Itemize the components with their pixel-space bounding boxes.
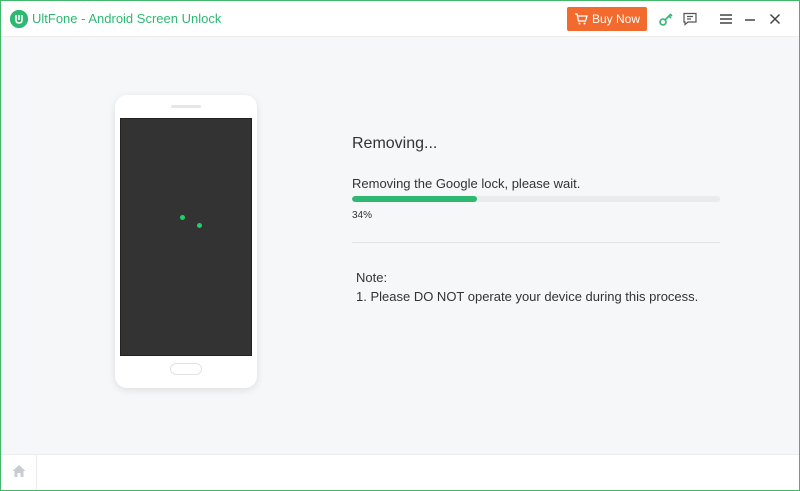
- progress-bar-fill: [352, 196, 478, 202]
- progress-percent: 34%: [352, 210, 373, 221]
- title-bar: UltFone - Android Screen Unlock Buy Now: [1, 1, 799, 37]
- divider: [352, 242, 720, 243]
- buy-now-label: Buy Now: [591, 12, 641, 26]
- phone-screen: [120, 118, 252, 356]
- ultfone-logo-icon: [10, 10, 28, 28]
- loading-dot: [180, 215, 185, 220]
- feedback-icon[interactable]: [682, 11, 698, 27]
- app-window: UltFone - Android Screen Unlock Buy Now: [0, 0, 800, 491]
- note-item: 1. Please DO NOT operate your device dur…: [356, 289, 699, 304]
- close-icon[interactable]: [767, 11, 783, 27]
- buy-now-button[interactable]: Buy Now: [567, 7, 647, 31]
- progress-message: Removing the Google lock, please wait.: [352, 176, 581, 191]
- phone-home-button: [170, 363, 202, 375]
- minimize-icon[interactable]: [742, 11, 758, 27]
- home-icon: [11, 463, 27, 484]
- cart-icon: [574, 12, 588, 26]
- home-button[interactable]: [1, 455, 37, 490]
- phone-speaker: [171, 105, 201, 108]
- progress-bar: [352, 196, 720, 202]
- loading-dot: [197, 223, 202, 228]
- app-title: UltFone - Android Screen Unlock: [32, 11, 222, 26]
- status-title: Removing...: [352, 135, 438, 152]
- note-title: Note:: [356, 270, 388, 285]
- key-icon[interactable]: [658, 11, 674, 27]
- phone-illustration: [115, 95, 257, 388]
- menu-icon[interactable]: [718, 11, 734, 27]
- footer-bar: [1, 454, 799, 490]
- main-content: Removing... Removing the Google lock, pl…: [1, 37, 799, 454]
